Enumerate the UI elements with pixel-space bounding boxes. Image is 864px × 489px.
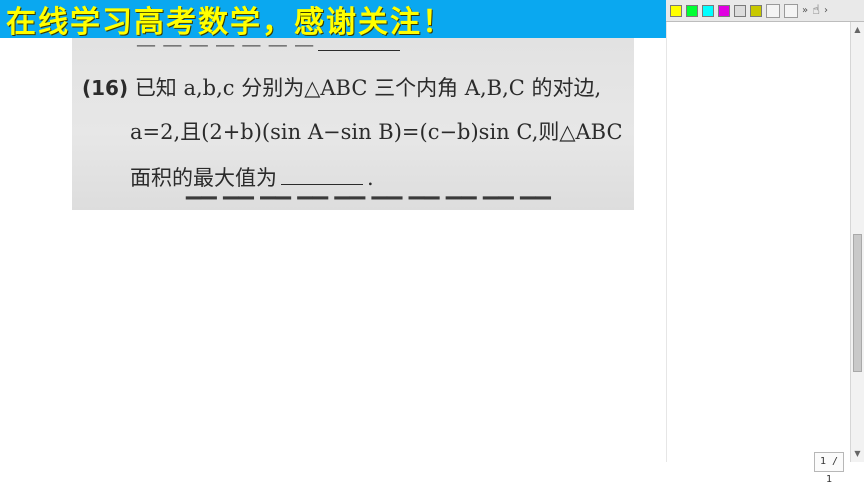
color-swatch-gray[interactable] (734, 4, 746, 17)
divider (666, 22, 667, 462)
color-swatch-yellow[interactable] (670, 4, 682, 17)
cropped-text-bottom: ▔▔ ▔▔ ▔▔ ▔▔ ▔▔ ▔▔ ▔▔ ▔▔ ▔▔ ▔▔ (186, 196, 551, 210)
color-swatch-cyan[interactable] (702, 4, 714, 17)
scanned-question-image: — — — — — — — (16) 已知 a,b,c 分别为△ABC 三个内角… (72, 38, 634, 210)
vertical-scrollbar[interactable]: ▲ ▼ (850, 22, 864, 462)
question-line-1: (16) 已知 a,b,c 分别为△ABC 三个内角 A,B,C 的对边, (82, 72, 601, 102)
chevron-right-icon[interactable]: › (824, 5, 828, 16)
scrollbar-thumb[interactable] (853, 234, 862, 372)
question-text-2: a=2,且(2+b)(sin A−sin B)=(c−b)sin C,则△ABC (130, 120, 623, 144)
question-number: (16) (82, 76, 129, 100)
question-text-3: 面积的最大值为 (130, 166, 277, 190)
page-indicator: 1 / 1 (814, 452, 844, 485)
tool-button-2[interactable] (784, 3, 798, 18)
cropped-text-top: — — — — — — — (136, 38, 404, 56)
color-swatch-magenta[interactable] (718, 4, 730, 17)
scroll-up-icon[interactable]: ▲ (851, 24, 864, 36)
scroll-down-icon[interactable]: ▼ (851, 448, 864, 460)
question-text-3-end: . (367, 166, 374, 190)
banner-title: 在线学习高考数学，感谢关注！ (6, 5, 454, 40)
answer-blank (281, 183, 363, 185)
color-swatch-green[interactable] (686, 4, 698, 17)
question-text-1: 已知 a,b,c 分别为△ABC 三个内角 A,B,C 的对边, (134, 76, 602, 100)
color-swatch-olive[interactable] (750, 4, 762, 17)
hand-icon[interactable]: ☝ (812, 3, 820, 18)
annotation-toolbar: » ☝ › (666, 0, 864, 22)
tool-button-1[interactable] (766, 3, 780, 18)
question-line-3: 面积的最大值为. (130, 162, 374, 192)
chevron-icon[interactable]: » (802, 5, 808, 16)
question-line-2: a=2,且(2+b)(sin A−sin B)=(c−b)sin C,则△ABC (130, 116, 623, 146)
top-banner: 在线学习高考数学，感谢关注！ (0, 0, 666, 40)
